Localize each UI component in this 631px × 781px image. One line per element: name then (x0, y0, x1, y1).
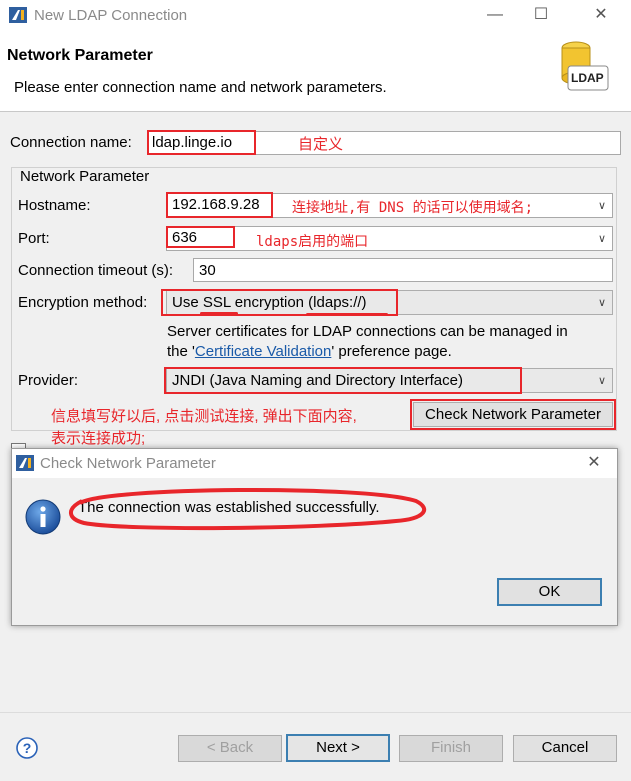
connection-name-value: ldap.linge.io (152, 134, 233, 151)
annotation-port: ldaps启用的端口 (256, 234, 369, 250)
dialog-app-icon (16, 455, 34, 471)
dialog-title: Check Network Parameter (40, 455, 216, 472)
encryption-value: Use SSL encryption (ldaps://) (172, 294, 367, 311)
annotation-connection-name: 自定义 (298, 136, 344, 153)
certificate-note-suffix: ' preference page. (331, 343, 452, 360)
annotation-step-line2: 表示连接成功; (51, 430, 146, 447)
annotation-step-line1: 信息填写好以后, 点击测试连接, 弹出下面内容, (51, 408, 357, 425)
wizard-header (0, 31, 631, 112)
group-title: Network Parameter (18, 168, 152, 185)
chevron-down-icon[interactable]: ∨ (598, 373, 606, 390)
port-value: 636 (172, 229, 198, 246)
certificate-note-line1: Server certificates for LDAP connections… (167, 323, 568, 340)
annotation-underline-ldaps (306, 313, 388, 316)
connection-name-label: Connection name: (10, 134, 132, 151)
annotation-underline-ssl (200, 312, 238, 315)
page-description: Please enter connection name and network… (14, 79, 387, 96)
encryption-label: Encryption method: (18, 294, 148, 311)
timeout-value: 30 (199, 262, 216, 279)
ok-button[interactable]: OK (497, 578, 602, 606)
certificate-note-prefix: the ' (167, 343, 195, 360)
ldap-database-icon: LDAP (558, 40, 610, 96)
chevron-down-icon[interactable]: ∨ (598, 231, 606, 248)
provider-value: JNDI (Java Naming and Directory Interfac… (172, 372, 463, 389)
info-icon (25, 499, 61, 535)
timeout-input[interactable] (193, 258, 613, 282)
check-button-highlight (410, 399, 616, 430)
hostname-value: 192.168.9.28 (172, 196, 260, 213)
minimize-icon[interactable]: — (484, 4, 506, 26)
back-button[interactable]: < Back (178, 735, 282, 762)
svg-text:?: ? (23, 740, 32, 756)
certificate-note-line2: the 'Certificate Validation' preference … (167, 343, 452, 360)
finish-button[interactable]: Finish (399, 735, 503, 762)
timeout-label: Connection timeout (s): (18, 262, 174, 279)
app-icon (9, 7, 27, 23)
hostname-label: Hostname: (18, 197, 91, 214)
port-label: Port: (18, 230, 50, 247)
dialog-close-icon[interactable]: ✕ (583, 452, 605, 474)
maximize-icon[interactable]: ☐ (530, 4, 552, 26)
window-title: New LDAP Connection (34, 7, 188, 24)
chevron-down-icon[interactable]: ∨ (598, 295, 606, 312)
ldap-icon-label: LDAP (571, 71, 604, 85)
page-title: Network Parameter (7, 47, 153, 64)
provider-label: Provider: (18, 372, 79, 389)
close-icon[interactable]: ✕ (590, 4, 612, 26)
footer-separator (0, 712, 631, 713)
annotation-message-circle (69, 487, 427, 531)
chevron-down-icon[interactable]: ∨ (598, 198, 606, 215)
cancel-button[interactable]: Cancel (513, 735, 617, 762)
certificate-validation-link[interactable]: Certificate Validation (195, 343, 331, 360)
next-button[interactable]: Next > (286, 734, 390, 762)
annotation-hostname: 连接地址,有 DNS 的话可以使用域名; (292, 200, 534, 216)
help-icon[interactable]: ? (16, 737, 38, 759)
